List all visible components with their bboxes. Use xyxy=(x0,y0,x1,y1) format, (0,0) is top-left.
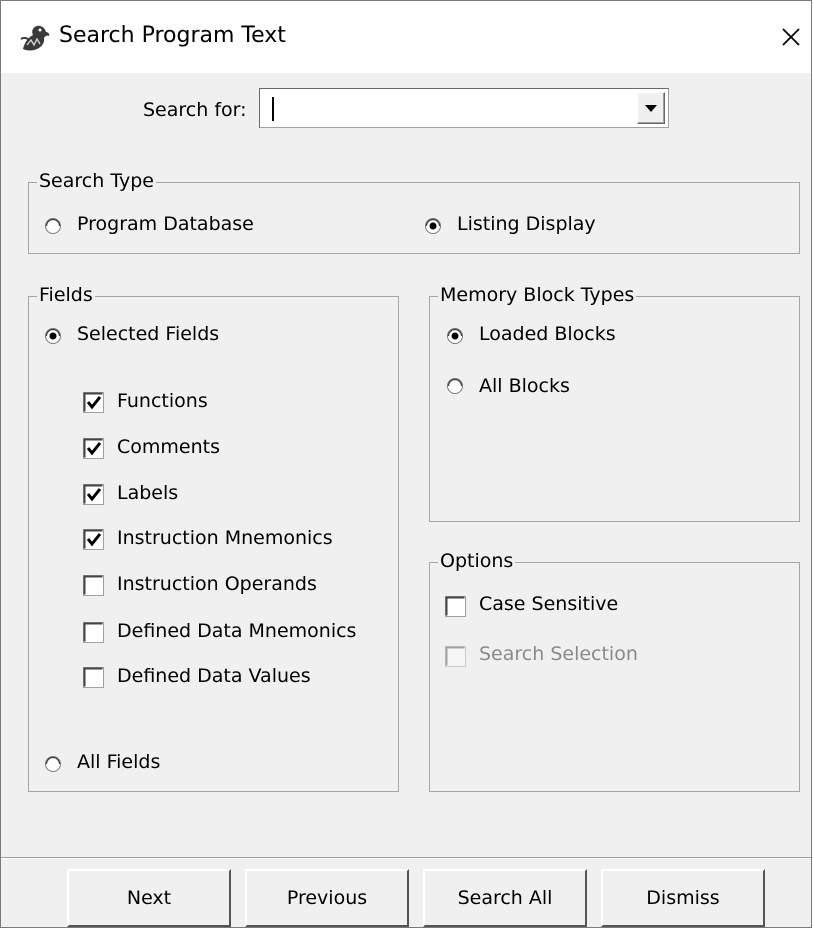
search-input[interactable] xyxy=(264,93,630,123)
dropdown-button[interactable] xyxy=(637,92,665,124)
search-selection-label: Search Selection xyxy=(479,643,638,665)
button-bar-divider-highlight xyxy=(1,858,811,859)
window-title: Search Program Text xyxy=(59,23,286,48)
selected-fields-radio[interactable] xyxy=(45,328,61,344)
program-database-label[interactable]: Program Database xyxy=(77,213,254,235)
instruction-operands-label[interactable]: Instruction Operands xyxy=(117,573,317,595)
text-caret xyxy=(272,97,274,121)
case-sensitive-label[interactable]: Case Sensitive xyxy=(479,593,618,615)
chevron-down-icon xyxy=(645,105,657,112)
listing-display-radio[interactable] xyxy=(425,218,441,234)
all-fields-radio[interactable] xyxy=(45,756,61,772)
search-type-legend: Search Type xyxy=(37,170,156,192)
dismiss-button[interactable]: Dismiss xyxy=(601,869,765,927)
search-for-label: Search for: xyxy=(143,99,247,121)
instruction-operands-checkbox[interactable] xyxy=(83,575,104,596)
options-legend: Options xyxy=(438,550,516,572)
comments-checkbox[interactable] xyxy=(83,438,104,459)
title-bar: Search Program Text xyxy=(1,1,811,73)
defined-data-values-label[interactable]: Defined Data Values xyxy=(117,665,311,687)
loaded-blocks-radio[interactable] xyxy=(447,328,463,344)
memory-block-types-legend: Memory Block Types xyxy=(438,284,637,306)
search-all-button[interactable]: Search All xyxy=(423,869,587,927)
defined-data-mnemonics-checkbox[interactable] xyxy=(83,622,104,643)
listing-display-label[interactable]: Listing Display xyxy=(457,213,596,235)
functions-checkbox[interactable] xyxy=(83,392,104,413)
next-button[interactable]: Next xyxy=(67,869,231,927)
previous-button[interactable]: Previous xyxy=(245,869,409,927)
case-sensitive-checkbox[interactable] xyxy=(445,596,466,617)
labels-label[interactable]: Labels xyxy=(117,482,178,504)
dragon-icon xyxy=(20,25,50,51)
program-database-radio[interactable] xyxy=(45,218,61,234)
search-selection-checkbox xyxy=(445,646,466,667)
all-fields-label[interactable]: All Fields xyxy=(77,751,160,773)
instruction-mnemonics-label[interactable]: Instruction Mnemonics xyxy=(117,527,333,549)
functions-label[interactable]: Functions xyxy=(117,390,208,412)
instruction-mnemonics-checkbox[interactable] xyxy=(83,529,104,550)
loaded-blocks-label[interactable]: Loaded Blocks xyxy=(479,323,616,345)
search-program-text-dialog: Search Program Text Search for: Search T… xyxy=(0,0,812,928)
fields-legend: Fields xyxy=(37,284,95,306)
defined-data-values-checkbox[interactable] xyxy=(83,667,104,688)
all-blocks-radio[interactable] xyxy=(447,378,463,394)
labels-checkbox[interactable] xyxy=(83,484,104,505)
all-blocks-label[interactable]: All Blocks xyxy=(479,375,570,397)
comments-label[interactable]: Comments xyxy=(117,436,220,458)
close-icon[interactable] xyxy=(776,19,806,53)
defined-data-mnemonics-label[interactable]: Defined Data Mnemonics xyxy=(117,620,356,642)
search-combobox[interactable] xyxy=(259,88,669,128)
selected-fields-label[interactable]: Selected Fields xyxy=(77,323,219,345)
